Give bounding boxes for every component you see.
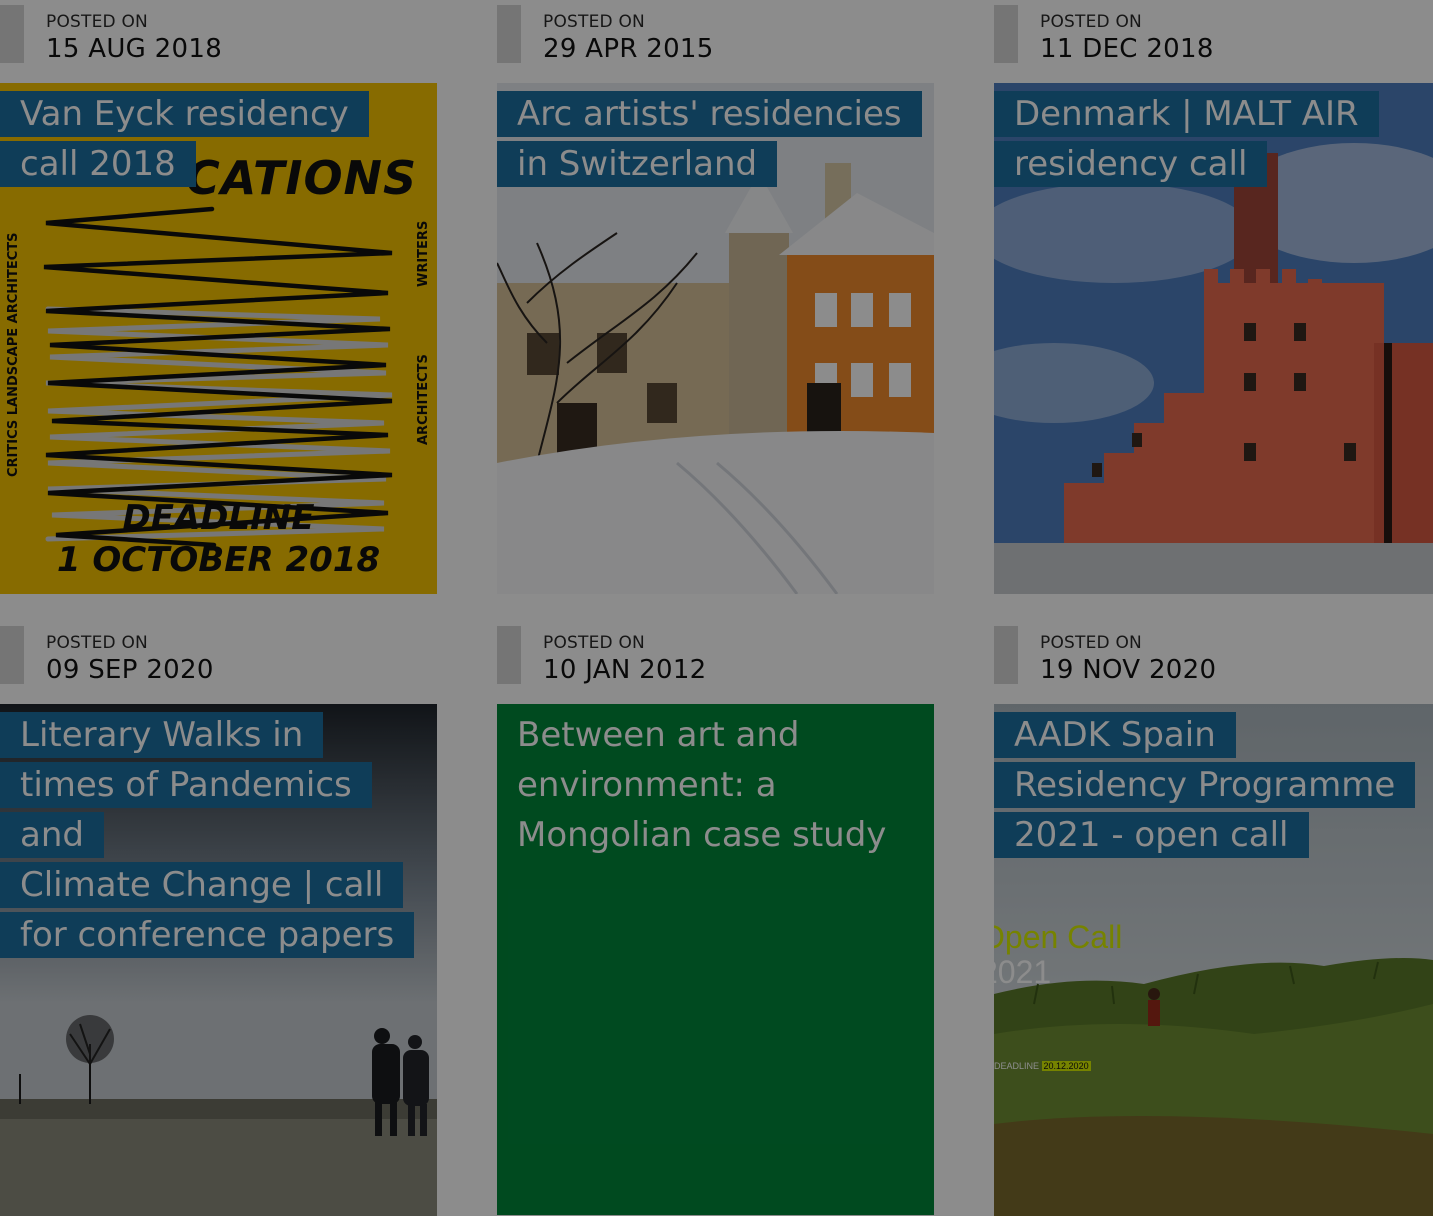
post-title-line: Literary Walks in xyxy=(0,712,324,758)
post-title[interactable]: Denmark | MALT AIR residency call xyxy=(994,89,1379,189)
post-date: 11 DEC 2018 xyxy=(1040,34,1214,64)
posted-on-label: POSTED ON xyxy=(543,12,645,32)
meta-bar xyxy=(994,5,1018,63)
poster-deadline-date: 1 OCTOBER 2018 xyxy=(56,540,381,580)
poster-side-left: CRITICS LANDSCAPE ARCHITECTS xyxy=(6,232,21,477)
post-card[interactable]: POSTED ON 15 AUG 2018 CATIONS CRITICS LA… xyxy=(0,0,437,594)
post-title-line: Denmark | MALT AIR xyxy=(994,91,1379,137)
post-meta: POSTED ON 15 AUG 2018 xyxy=(0,0,437,64)
post-thumbnail[interactable]: Open Call 2021 DEADLINE 20.12.2020 AADK … xyxy=(994,704,1433,1216)
post-title[interactable]: Van Eyck residency call 2018 xyxy=(0,89,369,189)
post-title-line: call 2018 xyxy=(0,141,196,187)
meta-bar xyxy=(497,626,521,684)
post-title-line: Between art and xyxy=(517,715,800,755)
post-title-line: residency call xyxy=(994,141,1268,187)
post-title[interactable]: AADK Spain Residency Programme 2021 - op… xyxy=(994,710,1416,860)
post-thumbnail[interactable]: Between art and environment: a Mongolian… xyxy=(497,704,934,1215)
post-grid: POSTED ON 15 AUG 2018 CATIONS CRITICS LA… xyxy=(0,0,1433,1216)
deadline-prefix: DEADLINE xyxy=(994,1061,1040,1071)
meta-bar xyxy=(0,5,24,63)
post-title-line: Van Eyck residency xyxy=(0,91,369,137)
meta-bar xyxy=(0,626,24,684)
post-title-line: Residency Programme xyxy=(994,762,1416,808)
poster-deadline-label: DEADLINE xyxy=(122,498,315,538)
posted-on-label: POSTED ON xyxy=(1040,633,1142,653)
open-call-deadline: DEADLINE 20.12.2020 xyxy=(994,1061,1091,1071)
open-call-year: 2021 xyxy=(994,954,1052,990)
post-date: 10 JAN 2012 xyxy=(543,655,707,685)
post-thumbnail[interactable]: Literary Walks in times of Pandemics and… xyxy=(0,704,437,1216)
post-date: 09 SEP 2020 xyxy=(46,655,214,685)
posted-on-label: POSTED ON xyxy=(543,633,645,653)
post-title-line: Climate Change | call xyxy=(0,862,404,908)
post-date: 29 APR 2015 xyxy=(543,34,714,64)
post-meta: POSTED ON 29 APR 2015 xyxy=(497,0,934,64)
post-date: 15 AUG 2018 xyxy=(46,34,223,64)
post-card[interactable]: POSTED ON 09 SEP 2020 Literary Walks in … xyxy=(0,621,437,1216)
post-meta: POSTED ON 09 SEP 2020 xyxy=(0,621,437,685)
post-title-line: 2021 - open call xyxy=(994,812,1309,858)
post-card[interactable]: POSTED ON 11 DEC 2018 Denmark | MALT AIR… xyxy=(994,0,1433,594)
post-meta: POSTED ON 10 JAN 2012 xyxy=(497,621,934,685)
post-meta: POSTED ON 11 DEC 2018 xyxy=(994,0,1433,64)
post-card[interactable]: POSTED ON 19 NOV 2020 Open Call 021 DEAD… xyxy=(994,621,1433,1216)
post-card[interactable]: POSTED ON 10 JAN 2012 Between art and en… xyxy=(497,621,934,1215)
posted-on-label: POSTED ON xyxy=(1040,12,1142,32)
post-title[interactable]: Literary Walks in times of Pandemics and… xyxy=(0,710,437,960)
post-title[interactable]: Between art and environment: a Mongolian… xyxy=(497,710,906,860)
post-title-line: in Switzerland xyxy=(497,141,778,187)
post-thumbnail[interactable]: Arc artists' residencies in Switzerland xyxy=(497,83,934,594)
post-title-line: Mongolian case study xyxy=(517,815,887,855)
post-title-line: times of Pandemics and xyxy=(0,762,372,858)
post-title[interactable]: Arc artists' residencies in Switzerland xyxy=(497,89,922,189)
meta-bar xyxy=(497,5,521,63)
deadline-date: 20.12.2020 xyxy=(1041,1061,1091,1071)
posted-on-label: POSTED ON xyxy=(46,633,148,653)
poster-side-right-top: WRITERS xyxy=(416,220,431,287)
post-title-line: for conference papers xyxy=(0,912,415,958)
post-card[interactable]: POSTED ON 29 APR 2015 Arc artists' resid… xyxy=(497,0,934,594)
post-title-line: Arc artists' residencies xyxy=(497,91,922,137)
post-title-line: environment: a xyxy=(517,765,777,805)
post-title-line: AADK Spain xyxy=(994,712,1236,758)
post-meta: POSTED ON 19 NOV 2020 xyxy=(994,621,1433,685)
meta-bar xyxy=(994,626,1018,684)
posted-on-label: POSTED ON xyxy=(46,12,148,32)
post-date: 19 NOV 2020 xyxy=(1040,655,1217,685)
post-thumbnail[interactable]: Denmark | MALT AIR residency call xyxy=(994,83,1433,594)
post-thumbnail[interactable]: CATIONS CRITICS LANDSCAPE ARCHITECTS WRI… xyxy=(0,83,437,594)
open-call-text: Open Call xyxy=(994,919,1123,955)
poster-side-right-bottom: ARCHITECTS xyxy=(416,354,431,445)
